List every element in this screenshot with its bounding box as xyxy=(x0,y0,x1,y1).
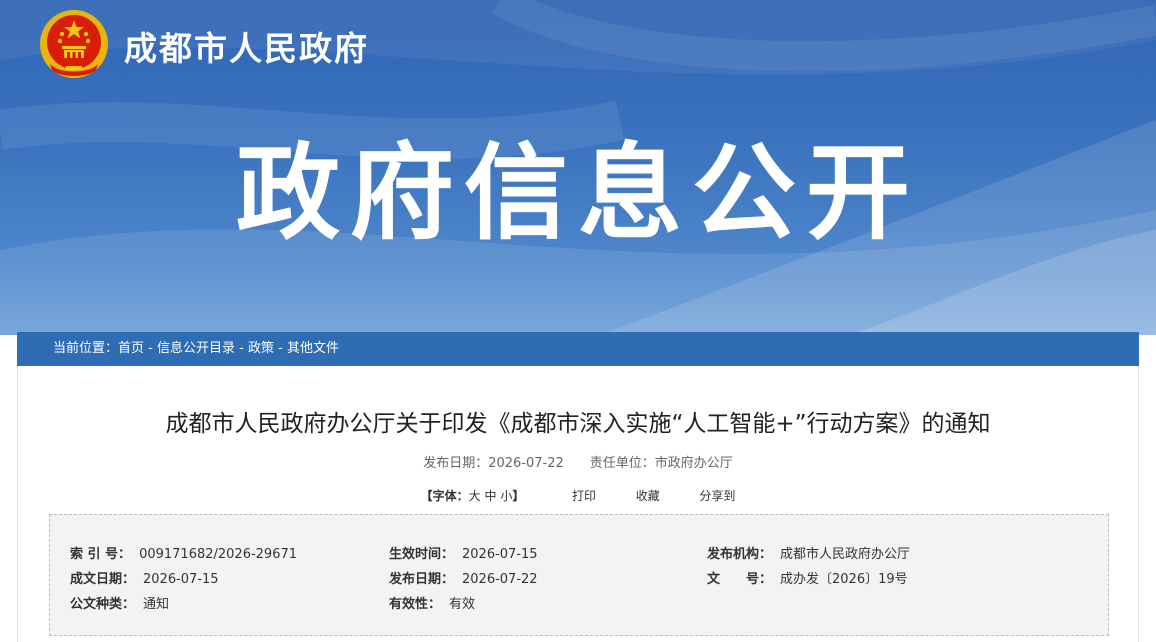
font-label: 【字体： xyxy=(420,489,469,503)
info-written-date-value: 2026-07-15 xyxy=(143,572,219,587)
print-button[interactable]: 打印 xyxy=(572,487,596,504)
breadcrumb-policy-link[interactable]: 政策 xyxy=(248,341,274,356)
info-written-date: 成文日期： 2026-07-15 xyxy=(70,568,219,587)
site-name[interactable]: 成都市人民政府 xyxy=(124,22,369,70)
favorite-button[interactable]: 收藏 xyxy=(636,487,660,504)
info-issuer-value: 成都市人民政府办公厅 xyxy=(780,547,911,562)
info-doc-type-value: 通知 xyxy=(143,597,170,612)
font-label-end: 】 xyxy=(512,489,525,503)
breadcrumb-prefix: 当前位置： xyxy=(53,341,119,356)
header-banner: 成都市人民政府 政府信息公开 xyxy=(0,0,1156,335)
info-index-no: 索 引 号： 009171682/2026-29671 xyxy=(70,543,297,562)
doc-info-table: 索 引 号： 009171682/2026-29671 生效时间： 2026-07-… xyxy=(49,514,1109,636)
breadcrumb-info-catalog-link[interactable]: 信息公开目录 xyxy=(157,341,235,356)
breadcrumb-other-docs-link[interactable]: 其他文件 xyxy=(287,341,339,356)
breadcrumb-separator: - xyxy=(235,341,248,356)
publish-date: 2026-07-22 xyxy=(488,456,564,471)
info-publish-date: 发布日期： 2026-07-22 xyxy=(389,568,538,587)
dept-label: 责任单位： xyxy=(589,456,655,471)
info-publish-date-label: 发布日期： xyxy=(389,572,455,587)
info-effective-time-label: 生效时间： xyxy=(389,547,455,562)
font-size-control: 【字体：大 中 小】 xyxy=(421,487,525,504)
info-index-no-value: 009171682/2026-29671 xyxy=(139,547,298,562)
breadcrumb-separator: - xyxy=(144,341,157,356)
share-button[interactable]: 分享到 xyxy=(699,487,735,504)
info-index-no-label: 索 引 号： xyxy=(70,547,132,562)
info-doc-type: 公文种类： 通知 xyxy=(70,593,169,612)
dept-value: 市政府办公厅 xyxy=(654,456,733,471)
article-title: 成都市人民政府办公厅关于印发《成都市深入实施“人工智能+”行动方案》的通知 xyxy=(165,411,991,437)
info-issuer-label: 发布机构： xyxy=(707,547,773,562)
publish-date-label: 发布日期： xyxy=(423,456,489,471)
national-emblem-icon xyxy=(40,10,108,78)
info-publish-date-value: 2026-07-22 xyxy=(462,572,538,587)
banner-title: 政府信息公开 xyxy=(235,132,920,254)
info-doc-no: 文 号： 成办发〔2026〕19号 xyxy=(707,568,908,587)
breadcrumb-home-link[interactable]: 首页 xyxy=(118,341,144,356)
font-size-small-button[interactable]: 小 xyxy=(500,489,512,503)
info-effective-time-value: 2026-07-15 xyxy=(462,547,538,562)
info-validity: 有效性： 有效 xyxy=(389,593,475,612)
info-written-date-label: 成文日期： xyxy=(70,572,136,587)
font-size-large-button[interactable]: 大 xyxy=(469,489,481,503)
info-issuer: 发布机构： 成都市人民政府办公厅 xyxy=(707,543,910,562)
article-meta: 发布日期：2026-07-22 责任单位：市政府办公厅 xyxy=(18,452,1138,471)
article-panel: 成都市人民政府办公厅关于印发《成都市深入实施“人工智能+”行动方案》的通知 发布… xyxy=(17,366,1139,642)
breadcrumb-separator: - xyxy=(274,341,287,356)
info-doc-type-label: 公文种类： xyxy=(70,597,136,612)
font-size-medium-button[interactable]: 中 xyxy=(484,489,496,503)
info-validity-value: 有效 xyxy=(449,597,476,612)
info-effective-time: 生效时间： 2026-07-15 xyxy=(389,543,538,562)
info-doc-no-label: 文 号： xyxy=(707,572,773,587)
breadcrumb: 当前位置：首页 - 信息公开目录 - 政策 - 其他文件 xyxy=(17,332,1139,366)
info-doc-no-value: 成办发〔2026〕19号 xyxy=(780,572,908,587)
info-validity-label: 有效性： xyxy=(389,597,442,612)
article-toolbar: 【字体：大 中 小】 打印 收藏 分享到 xyxy=(18,487,1138,504)
